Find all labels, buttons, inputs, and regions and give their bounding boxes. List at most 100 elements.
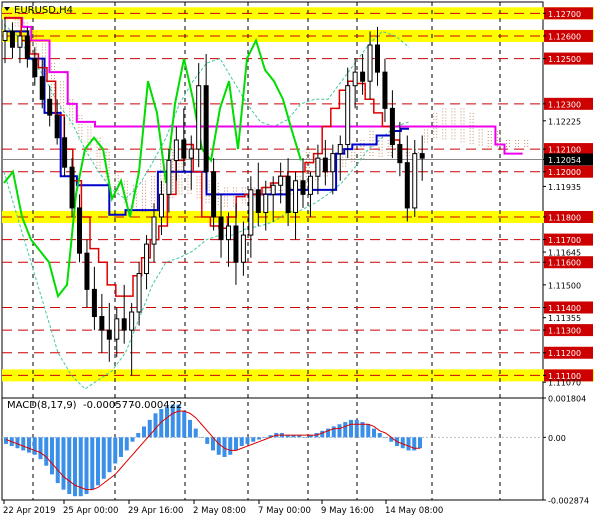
price-label: 1.12700 [548, 10, 581, 19]
time-axis: 22 Apr 2019 25 Apr 00:00 29 Apr 16:00 2 May… [3, 500, 443, 516]
macd-histogram-bar [228, 437, 233, 455]
time-label: 25 Apr 00:00 [63, 506, 118, 516]
macd-histogram-bar [245, 437, 250, 444]
candle-body [226, 225, 231, 241]
macd-histogram-bar [61, 437, 66, 490]
macd-histogram-bar [67, 437, 72, 495]
candle-body [375, 44, 380, 73]
macd-histogram-bar [153, 413, 158, 438]
candle-body [136, 273, 142, 313]
macd-histogram-bar [96, 437, 100, 486]
macd-histogram-bar [182, 411, 187, 438]
price-label: 1.11700 [548, 236, 581, 245]
macd-histogram-bar [38, 437, 43, 460]
trading-chart[interactable]: 1.12700 1.12600 1.12500 1.12300 1.12225 1.121… [0, 0, 594, 521]
macd-histogram-bar [303, 437, 307, 438]
candle-body [285, 175, 291, 213]
price-label: 1.12054 [548, 156, 581, 165]
macd-histogram-bar [84, 437, 89, 495]
price-label: 1.11935 [548, 183, 581, 192]
macd-histogram-bar [262, 437, 267, 438]
macd-histogram-bar [366, 424, 371, 438]
macd-histogram-bar [193, 428, 198, 438]
macd-label: -0.002874 [548, 497, 589, 506]
candle-body [129, 311, 135, 331]
candle-body [196, 85, 202, 150]
candle-body [62, 137, 68, 168]
candle-body [211, 171, 217, 218]
macd-histogram-bar [55, 437, 60, 484]
price-label: 1.12000 [548, 168, 581, 177]
macd-histogram-bar [205, 437, 210, 444]
candle-body [240, 234, 246, 263]
candle-body [367, 44, 373, 82]
macd-histogram-bar [124, 437, 129, 451]
candle-body [315, 157, 321, 177]
chart-window: 1.12700 1.12600 1.12500 1.12300 1.12225 1.121… [0, 0, 594, 521]
candle-body [106, 329, 112, 340]
price-label: 1.11400 [548, 304, 581, 313]
candle-body [404, 162, 410, 209]
macd-histogram-bar [119, 437, 123, 457]
macd-histogram-bar [50, 437, 54, 475]
candle-body [330, 153, 336, 173]
macd-histogram-bar [136, 432, 141, 438]
candle-body [99, 316, 105, 331]
macd-histogram-bar [406, 437, 411, 451]
macd-histogram-bar [400, 437, 405, 449]
candle-body [2, 30, 8, 41]
candle-body [270, 184, 276, 195]
candle-body [263, 193, 269, 213]
candle-body [166, 159, 172, 195]
price-label: 1.11600 [548, 259, 581, 268]
price-axis: 1.12700 1.12600 1.12500 1.12300 1.12225 1.121… [543, 7, 593, 506]
macd-histogram-bar [383, 437, 388, 438]
price-label: 1.11355 [548, 314, 581, 323]
macd-histogram-bar [113, 437, 118, 464]
candle-body [300, 180, 306, 195]
candle-body [233, 225, 239, 263]
candle-body [32, 58, 38, 78]
macd-histogram-bar [216, 437, 221, 455]
time-label: 14 May 08:00 [385, 506, 443, 516]
candle-body [17, 35, 23, 48]
macd-histogram-bar [73, 437, 77, 497]
price-label: 1.11800 [548, 213, 581, 222]
candle-body [69, 166, 75, 209]
candle-body [322, 157, 328, 173]
candle-body [382, 71, 388, 109]
macd-histogram-bar [354, 419, 359, 438]
macd-histogram-bar [142, 426, 146, 438]
price-label: 1.12225 [548, 117, 581, 126]
candle-body [9, 30, 15, 48]
candle-body [181, 139, 187, 159]
symbol-header[interactable]: EURUSD,H4 [4, 5, 73, 16]
candle-body [54, 114, 60, 139]
macd-histogram-bar [349, 419, 353, 438]
candle-body [412, 153, 418, 209]
time-label: 2 May 08:00 [193, 506, 246, 516]
price-label: 1.12100 [548, 146, 581, 155]
macd-histogram-bar [343, 422, 348, 438]
macd-histogram-bar [418, 437, 422, 449]
macd-histogram-bar [165, 406, 169, 438]
price-label: 1.12500 [548, 55, 581, 64]
plot-frame [1, 1, 544, 501]
macd-histogram-bar [21, 437, 26, 451]
candle-body [91, 288, 97, 318]
price-label: 1.11500 [548, 281, 581, 290]
price-label: 1.11070 [548, 379, 581, 388]
macd-histogram-bar [107, 437, 112, 473]
macd-histogram-bar [130, 437, 135, 442]
candle-body [121, 318, 127, 331]
chart-background [1, 1, 544, 501]
price-label: 1.11300 [548, 327, 581, 336]
macd-histogram-bar [239, 437, 244, 447]
macd-header: MACD(8,17,9) -0.000577 -0.000422 [7, 400, 182, 411]
macd-label: 0.00 [548, 434, 566, 443]
candle-body [151, 216, 157, 245]
macd-histogram-bar [27, 437, 31, 453]
candle-body [397, 144, 403, 164]
macd-histogram-bar [337, 424, 342, 438]
candle-body [77, 207, 82, 254]
